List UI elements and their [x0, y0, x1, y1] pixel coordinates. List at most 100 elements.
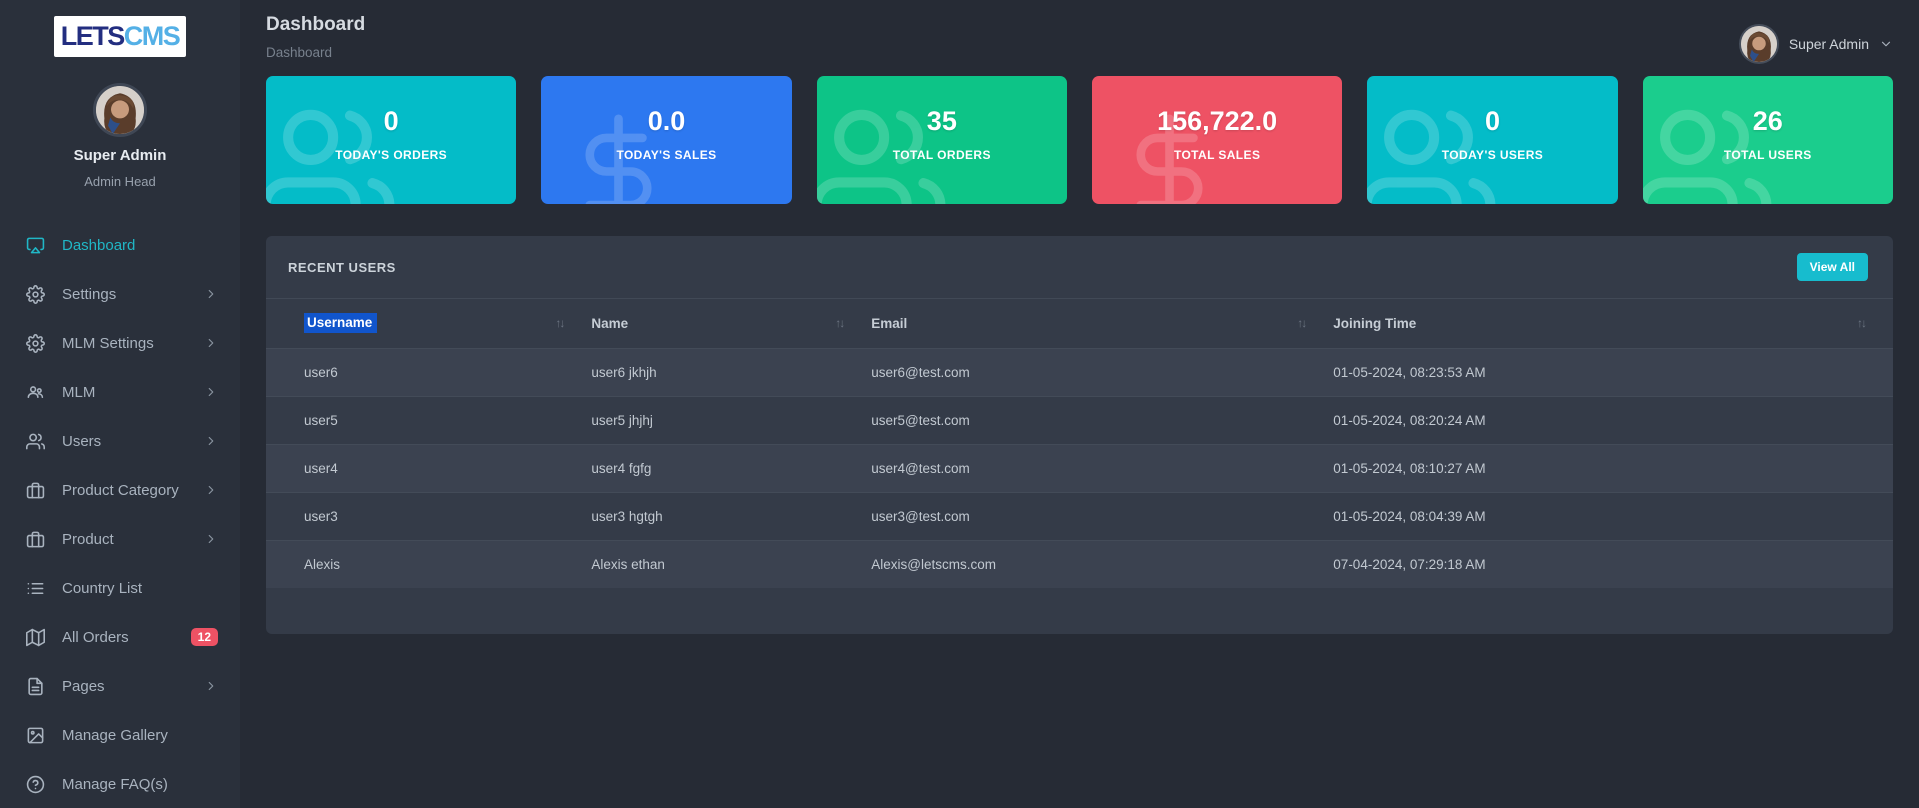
briefcase-icon [26, 481, 45, 500]
brand-logo-lets: LETS [60, 21, 126, 51]
file-icon [26, 677, 45, 696]
cell-joining-time: 01-05-2024, 08:10:27 AM [1333, 460, 1486, 476]
sidebar-item-pages[interactable]: Pages [0, 666, 240, 706]
stat-label: TOTAL USERS [1723, 148, 1812, 162]
user-menu[interactable]: Super Admin [1738, 24, 1893, 64]
recent-users-title: RECENT USERS [288, 259, 396, 275]
view-all-button[interactable]: View All [1796, 253, 1868, 281]
column-label: Name [591, 315, 629, 331]
sidebar-item-label: Product Category [62, 481, 179, 499]
column-label: Email [871, 315, 908, 331]
sidebar-item-manage-faqs[interactable]: Manage FAQ(s) [0, 764, 240, 804]
cell-name: user4 fgfg [591, 460, 652, 476]
sidebar-item-product-category[interactable]: Product Category [0, 470, 240, 510]
stat-label: TODAY'S ORDERS [335, 148, 448, 162]
users-icon [26, 432, 45, 451]
sidebar-item-product[interactable]: Product [0, 519, 240, 559]
stat-card-todays-orders: 0 TODAY'S ORDERS [266, 76, 517, 204]
table-header-row: Username ↑↓ Name ↑↓ Email ↑↓ Joining Time ↑↓ [266, 299, 1893, 348]
panel-footer-spacer [266, 588, 1893, 634]
gear-icon [26, 333, 45, 353]
sidebar-user-role: Admin Head [84, 174, 156, 189]
main-content: Dashboard Dashboard Super Admin 0 TODAY'… [240, 0, 1919, 808]
sidebar-item-users[interactable]: Users [0, 421, 240, 461]
sort-icon: ↑↓ [1857, 316, 1867, 331]
stat-cards: 0 TODAY'S ORDERS 0.0 TODAY'S SALES 35 TO… [266, 76, 1893, 204]
cell-email: user4@test.com [871, 460, 970, 476]
chevron-right-icon [204, 287, 218, 301]
sidebar-item-label: MLM Settings [62, 334, 154, 352]
column-header-username[interactable]: Username ↑↓ [266, 299, 591, 348]
stat-label: TODAY'S SALES [616, 148, 717, 162]
stat-card-todays-users: 0 TODAY'S USERS [1367, 76, 1618, 204]
cell-name: user3 hgtgh [591, 508, 663, 524]
sidebar-item-label: Country List [62, 579, 143, 597]
recent-users-table: Username ↑↓ Name ↑↓ Email ↑↓ Joining Time ↑↓… [266, 299, 1893, 588]
orders-count-badge: 12 [190, 628, 218, 646]
column-header-name[interactable]: Name ↑↓ [591, 299, 871, 348]
table-row: user5 user5 jhjhj user5@test.com 01-05-2… [266, 396, 1893, 444]
sidebar-user-name: Super Admin [73, 147, 167, 164]
map-icon [26, 628, 45, 647]
stat-value: 0 [1484, 106, 1500, 136]
cell-joining-time: 01-05-2024, 08:23:53 AM [1333, 364, 1486, 380]
stat-value: 35 [926, 106, 957, 136]
cell-username: Alexis [304, 556, 341, 572]
column-label: Joining Time [1333, 315, 1417, 331]
chevron-right-icon [204, 532, 218, 546]
sidebar-item-mlm[interactable]: MLM [0, 372, 240, 412]
column-header-joining-time[interactable]: Joining Time ↑↓ [1333, 299, 1893, 348]
sidebar-item-mlm-settings[interactable]: MLM Settings [0, 323, 240, 363]
sidebar-item-label: Users [62, 432, 102, 450]
cell-name: user5 jhjhj [591, 412, 653, 428]
avatar-image [1740, 26, 1777, 62]
cell-username: user6 [304, 364, 338, 380]
table-row: user4 user4 fgfg user4@test.com 01-05-20… [266, 444, 1893, 492]
sidebar-item-dashboard[interactable]: Dashboard [0, 225, 240, 265]
table-row: user3 user3 hgtgh user3@test.com 01-05-2… [266, 492, 1893, 540]
help-icon [26, 775, 45, 794]
brand-logo-cms: CMS [123, 21, 181, 51]
sidebar-item-manage-gallery[interactable]: Manage Gallery [0, 715, 240, 755]
chevron-right-icon [204, 434, 218, 448]
table-row: Alexis Alexis ethan Alexis@letscms.com 0… [266, 540, 1893, 588]
page-title: Dashboard [266, 14, 366, 35]
sidebar: LETS CMS Super Admin Admin Head Dashboard… [0, 0, 240, 808]
cell-name: user6 jkhjh [591, 364, 657, 380]
stat-card-todays-sales: 0.0 TODAY'S SALES [541, 76, 792, 204]
breadcrumb: Dashboard [266, 45, 333, 60]
chevron-down-icon [1879, 37, 1893, 51]
cell-username: user5 [304, 412, 338, 428]
chevron-right-icon [204, 336, 218, 350]
sidebar-item-label: MLM [62, 383, 96, 401]
column-header-email[interactable]: Email ↑↓ [871, 299, 1333, 348]
sidebar-item-all-orders[interactable]: All Orders 12 [0, 617, 240, 657]
stat-value: 156,722.0 [1157, 106, 1278, 136]
avatar [1738, 24, 1779, 64]
recent-users-panel: RECENT USERS View All Username ↑↓ Name ↑↓ … [266, 236, 1893, 634]
sidebar-item-settings[interactable]: Settings [0, 274, 240, 314]
image-icon [26, 726, 45, 745]
brand-logo[interactable]: LETS CMS [54, 16, 186, 57]
stat-value: 26 [1752, 106, 1783, 136]
avatar [93, 83, 147, 137]
stat-label: TOTAL SALES [1173, 148, 1261, 162]
sidebar-item-label: Manage Gallery [62, 726, 168, 744]
cell-email: user3@test.com [871, 508, 970, 524]
sidebar-item-label: Product [62, 530, 114, 548]
airplay-icon [26, 236, 45, 255]
sidebar-nav: Dashboard Settings MLM Settings MLM User… [0, 225, 240, 804]
chevron-right-icon [204, 483, 218, 497]
sort-icon: ↑↓ [555, 316, 565, 331]
stat-value: 0.0 [647, 106, 686, 136]
stat-card-total-users: 26 TOTAL USERS [1642, 76, 1893, 204]
sort-icon: ↑↓ [835, 316, 845, 331]
group-icon [26, 383, 45, 402]
stat-card-total-sales: 156,722.0 TOTAL SALES [1091, 76, 1343, 204]
user-menu-name: Super Admin [1788, 36, 1869, 52]
cell-username: user4 [304, 460, 338, 476]
recent-users-header: RECENT USERS View All [266, 236, 1893, 299]
sidebar-item-country-list[interactable]: Country List [0, 568, 240, 608]
sidebar-item-label: Manage FAQ(s) [62, 775, 168, 793]
chevron-right-icon [204, 385, 218, 399]
